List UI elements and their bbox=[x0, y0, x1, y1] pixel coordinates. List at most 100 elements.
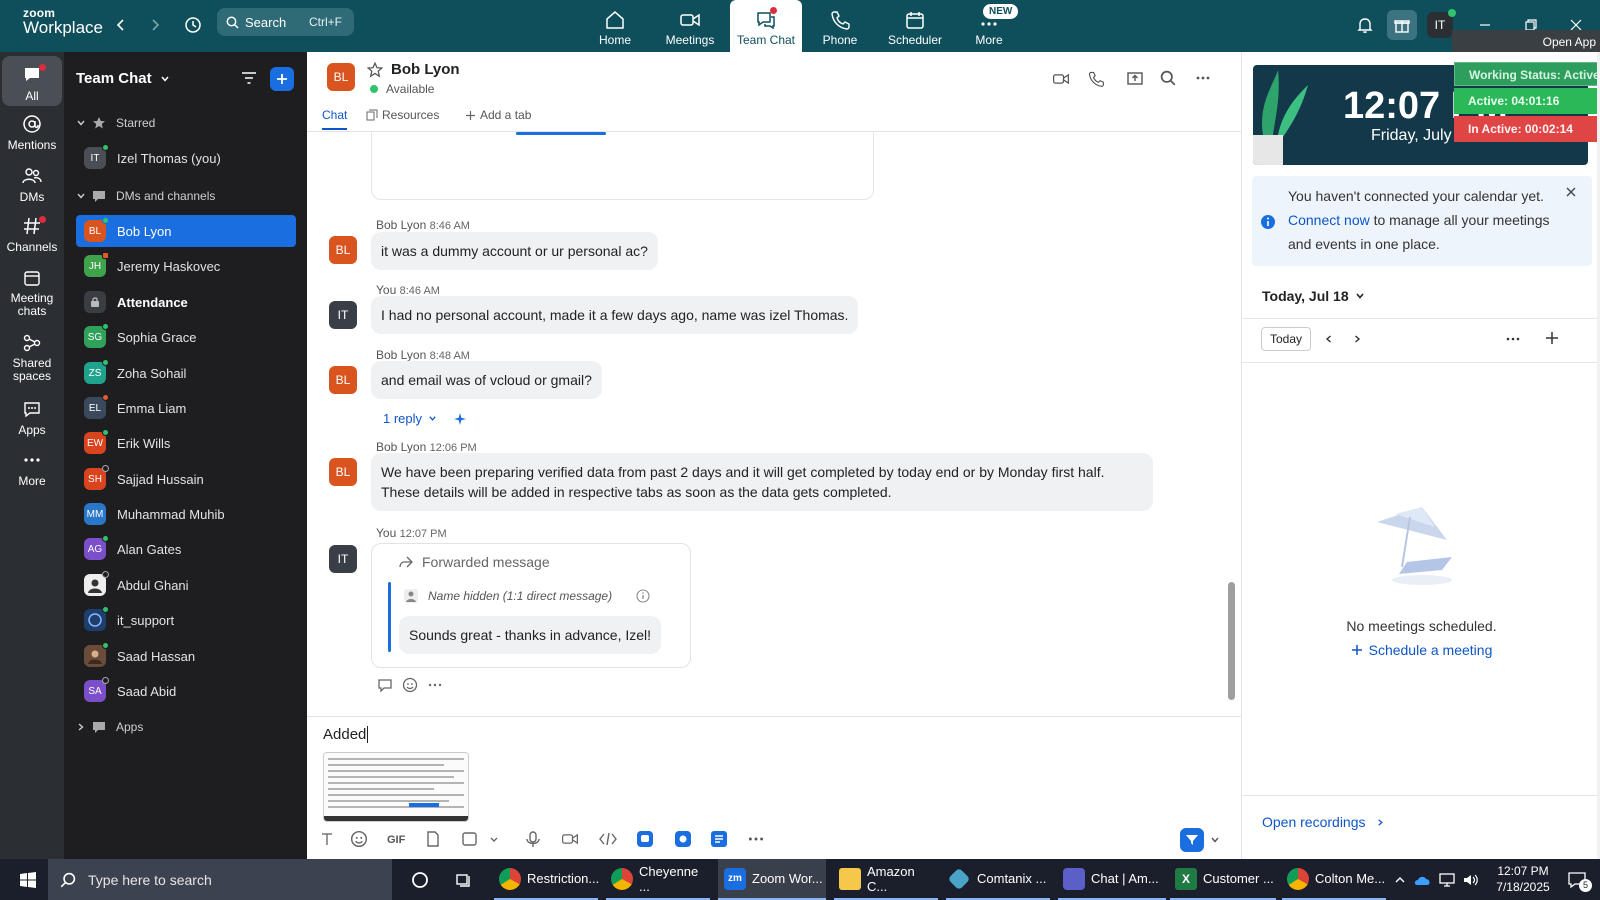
tab-add[interactable]: Add a tab bbox=[465, 108, 531, 122]
send-options-chevron-icon[interactable] bbox=[1210, 835, 1220, 845]
starred-group[interactable]: Starred bbox=[76, 116, 155, 130]
search-chat-icon[interactable] bbox=[1160, 70, 1176, 86]
gift-icon[interactable] bbox=[1387, 10, 1417, 40]
profile-avatar[interactable]: IT bbox=[1425, 9, 1456, 40]
network-icon[interactable] bbox=[1436, 859, 1458, 900]
sidebar-item-zoha-sohail[interactable]: ZS Zoha Sohail bbox=[76, 357, 296, 389]
apps-group[interactable]: Apps bbox=[76, 720, 143, 734]
contact-name[interactable]: Bob Lyon bbox=[391, 61, 460, 78]
new-chat-button[interactable] bbox=[270, 67, 294, 91]
notification-center-icon[interactable]: 5 bbox=[1562, 859, 1592, 900]
star-outline-icon[interactable] bbox=[367, 62, 383, 78]
rail-all[interactable]: All bbox=[2, 56, 62, 106]
chat-scrollbar[interactable] bbox=[1228, 582, 1235, 700]
tab-chat[interactable]: Chat bbox=[322, 108, 348, 130]
prev-day-icon[interactable] bbox=[1324, 334, 1334, 344]
sidebar-item-self[interactable]: IT Izel Thomas (you) bbox=[76, 142, 296, 174]
rail-apps[interactable]: Apps bbox=[2, 398, 62, 437]
nav-meetings[interactable]: Meetings bbox=[654, 0, 726, 52]
rail-channels[interactable]: Channels bbox=[2, 215, 62, 254]
composer-more-icon[interactable] bbox=[747, 830, 767, 850]
sidebar-title[interactable]: Team Chat bbox=[76, 70, 170, 87]
nav-home[interactable]: Home bbox=[579, 0, 651, 52]
taskbar-app-zoom[interactable]: zm Zoom Wor... bbox=[718, 859, 826, 900]
sidebar-item-it-support[interactable]: it_support bbox=[76, 604, 296, 636]
reply-count-link[interactable]: 1 reply bbox=[383, 411, 467, 426]
sidebar-item-bob-lyon[interactable]: BL Bob Lyon bbox=[76, 215, 296, 247]
task-view-icon[interactable] bbox=[446, 859, 482, 900]
avatar[interactable]: IT bbox=[329, 301, 357, 329]
taskbar-clock[interactable]: 12:07 PM 7/18/2025 bbox=[1488, 863, 1558, 895]
taskbar-app-chrome-2[interactable]: Cheyenne ... bbox=[606, 859, 710, 900]
close-icon[interactable] bbox=[1565, 186, 1577, 198]
screenshot-icon[interactable] bbox=[461, 830, 481, 850]
message-bubble[interactable]: I had no personal account, made it a few… bbox=[371, 296, 859, 334]
app-icon-1[interactable] bbox=[636, 830, 656, 850]
emoji-icon[interactable] bbox=[350, 830, 370, 850]
share-screen-icon[interactable] bbox=[1126, 70, 1144, 88]
video-message-icon[interactable] bbox=[561, 830, 581, 850]
rail-dms[interactable]: DMs bbox=[2, 165, 62, 204]
sidebar-item-emma-liam[interactable]: EL Emma Liam bbox=[76, 392, 296, 424]
taskbar-search-box[interactable]: Type here to search bbox=[48, 859, 392, 900]
windows-start-icon[interactable] bbox=[10, 859, 46, 900]
text-format-icon[interactable] bbox=[318, 830, 338, 850]
sidebar-item-saad-abid[interactable]: SA Saad Abid bbox=[76, 675, 296, 707]
dms-group[interactable]: DMs and channels bbox=[76, 189, 215, 203]
reply-thread-icon[interactable] bbox=[377, 677, 393, 693]
history-icon[interactable] bbox=[178, 10, 208, 40]
composer-input[interactable]: Added bbox=[323, 726, 369, 743]
calendar-more-icon[interactable] bbox=[1505, 331, 1521, 347]
sidebar-item-attendance[interactable]: Attendance bbox=[76, 286, 296, 318]
avatar[interactable]: BL bbox=[329, 366, 357, 394]
open-recordings-link[interactable]: Open recordings bbox=[1262, 814, 1385, 830]
sidebar-item-alan-gates[interactable]: AG Alan Gates bbox=[76, 533, 296, 565]
taskbar-app-teams[interactable]: Chat | Am... bbox=[1058, 859, 1166, 900]
onedrive-icon[interactable] bbox=[1412, 859, 1434, 900]
sidebar-item-sophia-grace[interactable]: SG Sophia Grace bbox=[76, 321, 296, 353]
date-selector[interactable]: Today, Jul 18 bbox=[1262, 288, 1365, 304]
show-hidden-icons-chevron[interactable] bbox=[1390, 859, 1410, 900]
next-day-icon[interactable] bbox=[1352, 334, 1362, 344]
message-bubble[interactable]: it was a dummy account or ur personal ac… bbox=[371, 232, 658, 270]
nav-phone[interactable]: Phone bbox=[804, 0, 876, 52]
sidebar-item-muhammad-muhib[interactable]: MM Muhammad Muhib bbox=[76, 498, 296, 530]
tab-resources[interactable]: Resources bbox=[366, 108, 439, 122]
avatar[interactable]: BL bbox=[329, 236, 357, 264]
message-bubble[interactable]: We have been preparing verified data fro… bbox=[371, 453, 1153, 511]
taskbar-app-chrome-3[interactable]: Colton Me... bbox=[1282, 859, 1386, 900]
sidebar-item-saad-hassan[interactable]: Saad Hassan bbox=[76, 640, 296, 672]
app-icon-2[interactable] bbox=[674, 830, 694, 850]
taskbar-app-comtanix[interactable]: Comtanix ... bbox=[946, 859, 1050, 900]
contact-avatar[interactable]: BL bbox=[327, 63, 355, 91]
file-icon[interactable] bbox=[424, 830, 444, 850]
taskbar-app-folder[interactable]: Amazon C... bbox=[834, 859, 938, 900]
message-more-icon[interactable] bbox=[427, 677, 443, 693]
schedule-meeting-link[interactable]: Schedule a meeting bbox=[1242, 642, 1600, 658]
nav-scheduler[interactable]: Scheduler bbox=[879, 0, 951, 52]
cortana-icon[interactable] bbox=[402, 859, 438, 900]
forwarded-message-card[interactable]: Forwarded message Name hidden (1:1 direc… bbox=[371, 543, 691, 668]
connect-now-link[interactable]: Connect now bbox=[1288, 212, 1370, 228]
taskbar-app-chrome-1[interactable]: Restriction... bbox=[494, 859, 599, 900]
sidebar-item-erik-wills[interactable]: EW Erik Wills bbox=[76, 427, 296, 459]
open-app-button[interactable]: Open App bbox=[1452, 30, 1600, 52]
filter-icon[interactable] bbox=[240, 69, 258, 87]
volume-icon[interactable] bbox=[1460, 859, 1482, 900]
add-event-icon[interactable] bbox=[1545, 331, 1559, 345]
bell-icon[interactable] bbox=[1350, 10, 1380, 40]
nav-more[interactable]: NEW More bbox=[953, 0, 1025, 52]
rail-shared-spaces[interactable]: Shared spaces bbox=[2, 332, 62, 383]
avatar[interactable]: BL bbox=[329, 458, 357, 486]
phone-call-icon[interactable] bbox=[1087, 70, 1105, 88]
taskbar-app-excel[interactable]: X Customer ... bbox=[1170, 859, 1276, 900]
gif-icon[interactable]: GIF bbox=[387, 830, 411, 850]
app-icon-3[interactable] bbox=[710, 830, 730, 850]
message-bubble[interactable]: and email was of vcloud or gmail? bbox=[371, 361, 602, 399]
microphone-icon[interactable] bbox=[524, 830, 544, 850]
back-arrow-icon[interactable] bbox=[106, 10, 136, 40]
today-button[interactable]: Today bbox=[1261, 327, 1311, 351]
sidebar-item-jeremy-haskovec[interactable]: JH Jeremy Haskovec bbox=[76, 250, 296, 282]
rail-more[interactable]: More bbox=[2, 449, 62, 488]
attached-screenshot-thumbnail[interactable] bbox=[323, 752, 469, 822]
